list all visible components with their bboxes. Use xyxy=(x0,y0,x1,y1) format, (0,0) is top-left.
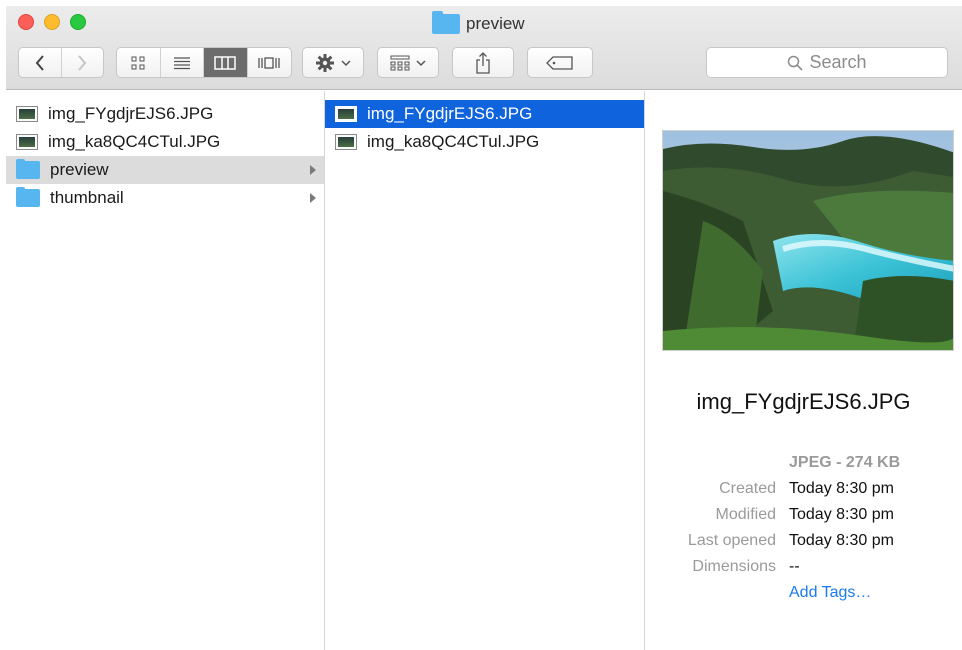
finder-window: preview Search img_FYgdjrEJS6.JPG img_ka… xyxy=(6,6,962,650)
zoom-window-button[interactable] xyxy=(70,14,86,30)
chevron-down-icon xyxy=(341,59,351,66)
dimensions-label: Dimensions xyxy=(692,558,776,575)
coverflow-view-button[interactable] xyxy=(248,48,291,77)
folder-icon xyxy=(16,187,40,207)
disclosure-arrow-icon xyxy=(310,165,316,175)
chevron-down-icon xyxy=(416,59,426,66)
preview-file-name: img_FYgdjrEJS6.JPG xyxy=(696,389,911,414)
list-view-button[interactable] xyxy=(161,48,204,77)
search-field[interactable]: Search xyxy=(706,47,948,78)
file-row[interactable]: img_FYgdjrEJS6.JPG xyxy=(6,100,324,128)
created-value: Today 8:30 pm xyxy=(789,480,894,497)
back-button[interactable] xyxy=(19,48,62,77)
folder-row-preview[interactable]: preview xyxy=(6,156,324,184)
gear-icon xyxy=(316,53,334,72)
preview-image xyxy=(662,130,954,351)
coverflow-view-icon xyxy=(258,56,280,69)
chevron-left-icon xyxy=(35,54,44,71)
folder-row-thumbnail[interactable]: thumbnail xyxy=(6,184,324,212)
edit-tags-button[interactable] xyxy=(527,47,593,78)
icon-view-button[interactable] xyxy=(117,48,161,77)
created-label: Created xyxy=(719,480,776,497)
preview-pane: img_FYgdjrEJS6.JPG JPEG - 274 KB Created… xyxy=(645,91,962,650)
file-row[interactable]: img_ka8QC4CTul.JPG xyxy=(6,128,324,156)
share-icon xyxy=(476,51,490,74)
modified-label: Modified xyxy=(715,506,776,523)
arrange-grid-icon xyxy=(390,55,410,70)
folder-icon xyxy=(16,159,40,179)
folder-name: preview xyxy=(50,160,109,179)
dimensions-value: -- xyxy=(789,558,800,575)
file-info: JPEG - 274 KB Created Today 8:30 pm Modi… xyxy=(645,451,962,607)
file-name: img_ka8QC4CTul.JPG xyxy=(367,132,540,151)
image-file-icon xyxy=(16,106,38,122)
view-mode-control xyxy=(116,47,292,78)
toolbar: preview Search xyxy=(6,6,962,90)
file-row-selected[interactable]: img_FYgdjrEJS6.JPG xyxy=(325,100,644,128)
last-opened-value: Today 8:30 pm xyxy=(789,532,894,549)
icon-view-icon xyxy=(131,56,145,69)
list-view-icon xyxy=(173,56,190,69)
tag-icon xyxy=(546,55,573,70)
forward-button[interactable] xyxy=(62,48,104,77)
search-icon xyxy=(788,55,804,71)
minimize-window-button[interactable] xyxy=(44,14,60,30)
image-file-icon xyxy=(335,134,357,150)
chevron-right-icon xyxy=(78,54,87,71)
last-opened-label: Last opened xyxy=(687,532,776,549)
file-name: img_ka8QC4CTul.JPG xyxy=(48,132,221,151)
modified-value: Today 8:30 pm xyxy=(789,506,894,523)
waterfall-photo xyxy=(663,131,953,350)
disclosure-arrow-icon xyxy=(310,193,316,203)
window-title: preview xyxy=(432,11,525,35)
close-window-button[interactable] xyxy=(18,14,34,30)
arrange-menu-button[interactable] xyxy=(377,47,439,78)
column-view-button[interactable] xyxy=(204,48,248,77)
file-row[interactable]: img_ka8QC4CTul.JPG xyxy=(325,128,644,156)
folder-name: thumbnail xyxy=(50,188,124,207)
folder-icon xyxy=(432,11,460,34)
file-name: img_FYgdjrEJS6.JPG xyxy=(367,104,533,123)
add-tags-link[interactable]: Add Tags… xyxy=(789,584,871,602)
search-placeholder: Search xyxy=(809,52,867,72)
column-view-icon xyxy=(214,55,236,70)
column-root: img_FYgdjrEJS6.JPG img_ka8QC4CTul.JPG pr… xyxy=(6,91,325,650)
file-name: img_FYgdjrEJS6.JPG xyxy=(48,104,214,123)
navigation-buttons xyxy=(18,47,104,78)
action-menu-button[interactable] xyxy=(302,47,364,78)
image-file-icon xyxy=(335,106,357,122)
image-file-icon xyxy=(16,134,38,150)
file-kind-size: JPEG - 274 KB xyxy=(789,454,901,471)
column-preview-folder: img_FYgdjrEJS6.JPG img_ka8QC4CTul.JPG xyxy=(325,91,645,650)
window-title-text: preview xyxy=(466,14,525,33)
share-button[interactable] xyxy=(452,47,514,78)
